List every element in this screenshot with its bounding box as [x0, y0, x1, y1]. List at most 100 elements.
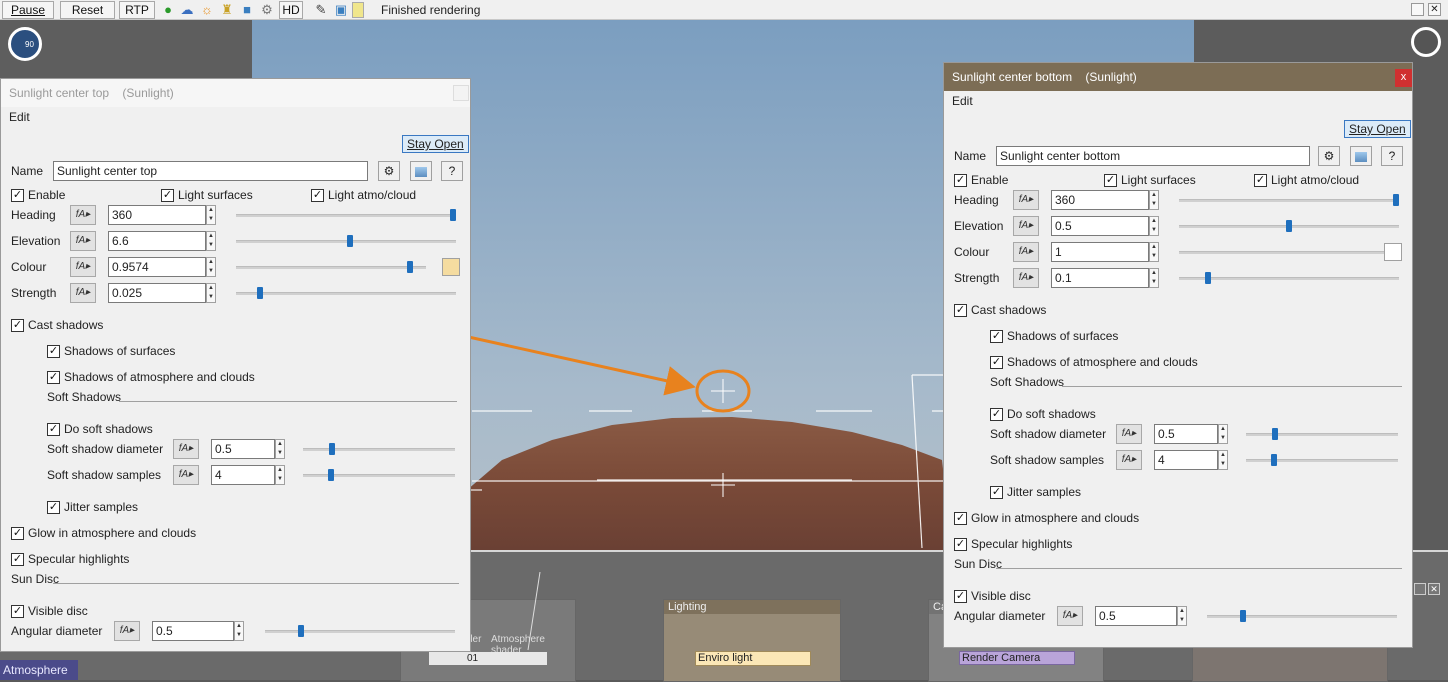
atmosphere-tab[interactable]: Atmosphere [0, 660, 78, 680]
render-camera-node[interactable]: Render Camera [959, 651, 1075, 665]
help-button[interactable]: ? [1381, 146, 1403, 166]
navigation-icon[interactable] [1411, 27, 1441, 57]
window-close-icon[interactable]: ✕ [1428, 3, 1441, 16]
heading-slider-thumb[interactable] [1393, 194, 1399, 206]
colour-swatch[interactable] [1384, 243, 1402, 261]
gear-icon[interactable]: ⚙ [378, 161, 400, 181]
strength-spinner[interactable]: ▲ ▼ [1149, 268, 1159, 288]
colour-spinner[interactable]: ▲ ▼ [1149, 242, 1159, 262]
heading-spinner[interactable]: ▲ ▼ [206, 205, 216, 225]
stay-open-button[interactable]: Stay Open [402, 135, 469, 153]
cast-shadows-checkbox[interactable]: ✓ [954, 304, 967, 317]
rtp-button[interactable]: RTP [119, 1, 155, 19]
heading-input[interactable]: 360 [108, 205, 206, 225]
elevation-function-button[interactable]: fA▸ [70, 231, 96, 251]
soft-shadow-diameter-input[interactable]: 0.5 [1154, 424, 1218, 444]
soft-shadow-samples-function-button[interactable]: fA▸ [1116, 450, 1142, 470]
soft-shadow-samples-input[interactable]: 4 [211, 465, 275, 485]
do-soft-shadows-checkbox[interactable]: ✓ [47, 423, 60, 436]
soft-shadow-samples-spinner[interactable]: ▲ ▼ [1218, 450, 1228, 470]
preview-icon[interactable] [410, 161, 432, 181]
soft-shadow-diameter-function-button[interactable]: fA▸ [173, 439, 199, 459]
colour-slider-thumb[interactable] [407, 261, 413, 273]
cloud-icon[interactable]: ☁ [179, 2, 195, 18]
colour-function-button[interactable]: fA▸ [1013, 242, 1039, 262]
strength-slider-track[interactable] [1179, 277, 1399, 280]
light-surfaces-checkbox[interactable]: ✓ [1104, 174, 1117, 187]
colour-slider-track[interactable] [1179, 251, 1399, 254]
specular-highlights-checkbox[interactable]: ✓ [954, 538, 967, 551]
elevation-input[interactable]: 0.5 [1051, 216, 1149, 236]
visible-disc-checkbox[interactable]: ✓ [954, 590, 967, 603]
soft-shadow-samples-slider-thumb[interactable] [328, 469, 334, 481]
elevation-spinner[interactable]: ▲ ▼ [1149, 216, 1159, 236]
heading-function-button[interactable]: fA▸ [70, 205, 96, 225]
name-input[interactable]: Sunlight center top [53, 161, 368, 181]
heading-slider-track[interactable] [1179, 199, 1399, 202]
trophy-icon[interactable]: ♜ [219, 2, 235, 18]
soft-shadow-diameter-slider-thumb[interactable] [1272, 428, 1278, 440]
window-restore-icon[interactable] [1411, 3, 1424, 16]
soft-shadow-diameter-spinner[interactable]: ▲ ▼ [1218, 424, 1228, 444]
angular-diameter-input[interactable]: 0.5 [152, 621, 234, 641]
soft-shadow-diameter-function-button[interactable]: fA▸ [1116, 424, 1142, 444]
angular-diameter-function-button[interactable]: fA▸ [1057, 606, 1083, 626]
angular-diameter-slider-track[interactable] [1207, 615, 1397, 618]
light-atmo-cloud-checkbox[interactable]: ✓ [311, 189, 324, 202]
soft-shadow-samples-function-button[interactable]: fA▸ [173, 465, 199, 485]
jitter-samples-checkbox[interactable]: ✓ [47, 501, 60, 514]
strength-slider-track[interactable] [236, 292, 456, 295]
settings-gear-icon[interactable]: ⚙ [259, 2, 275, 18]
strength-function-button[interactable]: fA▸ [1013, 268, 1039, 288]
reset-button[interactable]: Reset [60, 1, 115, 19]
enviro-light-node[interactable]: Enviro light [695, 651, 811, 666]
colour-spinner[interactable]: ▲ ▼ [206, 257, 216, 277]
stay-open-button[interactable]: Stay Open [1344, 120, 1411, 138]
angular-diameter-slider-thumb[interactable] [298, 625, 304, 637]
soft-shadow-samples-input[interactable]: 4 [1154, 450, 1218, 470]
colour-slider-track[interactable] [236, 266, 426, 269]
strength-spinner[interactable]: ▲ ▼ [206, 283, 216, 303]
strength-slider-thumb[interactable] [257, 287, 263, 299]
enable-checkbox[interactable]: ✓ [954, 174, 967, 187]
heading-slider-thumb[interactable] [450, 209, 456, 221]
jitter-samples-checkbox[interactable]: ✓ [990, 486, 1003, 499]
elevation-slider-track[interactable] [236, 240, 456, 243]
do-soft-shadows-checkbox[interactable]: ✓ [990, 408, 1003, 421]
help-button[interactable]: ? [441, 161, 463, 181]
soft-shadow-diameter-slider-thumb[interactable] [329, 443, 335, 455]
glow-atmo-checkbox[interactable]: ✓ [11, 527, 24, 540]
angular-diameter-slider-thumb[interactable] [1240, 610, 1246, 622]
hd-button[interactable]: HD [279, 1, 303, 19]
shader-pill[interactable]: 01 [429, 652, 547, 665]
dialog-title-bar[interactable]: Sunlight center top (Sunlight) [1, 79, 470, 107]
panel-restore-icon[interactable] [1414, 583, 1426, 595]
elevation-slider-thumb[interactable] [347, 235, 353, 247]
angular-diameter-input[interactable]: 0.5 [1095, 606, 1177, 626]
colour-input[interactable]: 1 [1051, 242, 1149, 262]
cast-shadows-checkbox[interactable]: ✓ [11, 319, 24, 332]
panel-close-icon[interactable]: ✕ [1428, 583, 1440, 595]
dialog-title-bar[interactable]: Sunlight center bottom (Sunlight) x [944, 63, 1412, 91]
soft-shadow-samples-slider-track[interactable] [303, 474, 455, 477]
glow-atmo-checkbox[interactable]: ✓ [954, 512, 967, 525]
colour-function-button[interactable]: fA▸ [70, 257, 96, 277]
preview-icon[interactable] [1350, 146, 1372, 166]
soft-shadow-diameter-slider-track[interactable] [1246, 433, 1398, 436]
soft-shadow-samples-slider-track[interactable] [1246, 459, 1398, 462]
colour-swatch[interactable] [442, 258, 460, 276]
list-icon[interactable] [352, 2, 364, 18]
elevation-slider-thumb[interactable] [1286, 220, 1292, 232]
soft-shadow-samples-slider-thumb[interactable] [1271, 454, 1277, 466]
gear-icon[interactable]: ⚙ [1318, 146, 1340, 166]
heading-function-button[interactable]: fA▸ [1013, 190, 1039, 210]
heading-input[interactable]: 360 [1051, 190, 1149, 210]
strength-slider-thumb[interactable] [1205, 272, 1211, 284]
brush-icon[interactable]: ✎ [313, 2, 329, 18]
sun-icon[interactable]: ☼ [199, 2, 215, 18]
light-atmo-cloud-checkbox[interactable]: ✓ [1254, 174, 1267, 187]
light-surfaces-checkbox[interactable]: ✓ [161, 189, 174, 202]
shadows-surfaces-checkbox[interactable]: ✓ [47, 345, 60, 358]
edit-menu[interactable]: Edit [1, 107, 470, 127]
strength-input[interactable]: 0.1 [1051, 268, 1149, 288]
